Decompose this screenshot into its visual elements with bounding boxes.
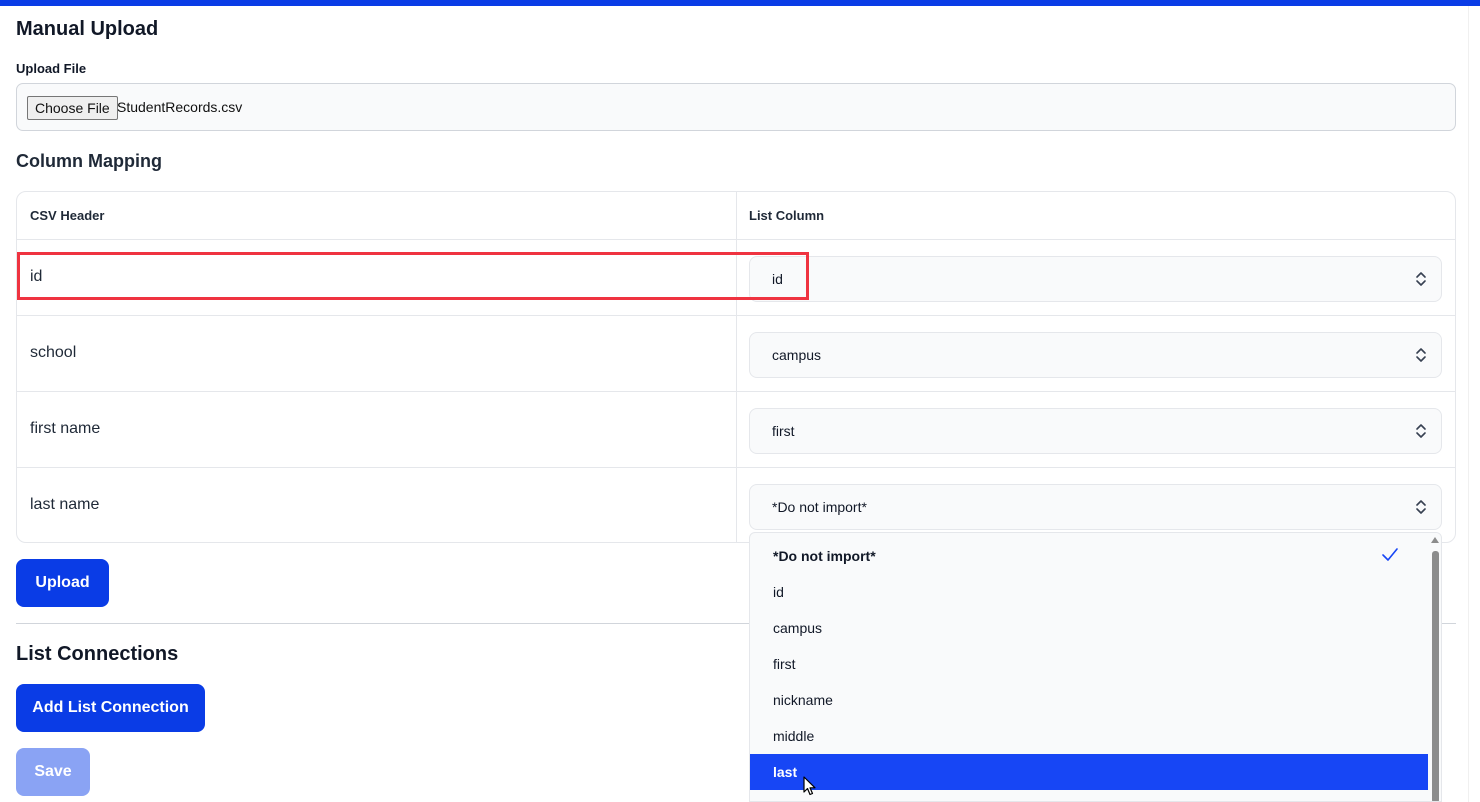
file-input[interactable]: Choose File StudentRecords.csv (16, 83, 1456, 131)
check-icon (1382, 548, 1398, 561)
option-label: *Do not import* (773, 548, 876, 564)
dropdown-scrollbar[interactable] (1429, 533, 1441, 801)
dropdown-scrollbar-thumb[interactable] (1432, 551, 1439, 801)
csv-header-column-heading: CSV Header (17, 192, 737, 239)
dropdown-option-nickname[interactable]: nickname (750, 682, 1428, 718)
manual-upload-title: Manual Upload (16, 18, 159, 40)
column-mapping-title: Column Mapping (16, 151, 162, 171)
chevron-up-down-icon (1416, 500, 1426, 514)
column-mapping-table: CSV Header List Column id id school camp… (16, 191, 1456, 543)
table-row: first name first (17, 391, 1455, 467)
table-row: school campus (17, 315, 1455, 391)
select-value: *Do not import* (772, 499, 867, 515)
dropdown-option-middle[interactable]: middle (750, 718, 1428, 754)
select-value: first (772, 423, 795, 439)
csv-header-cell: last name (17, 468, 737, 542)
selected-file-name: StudentRecords.csv (117, 99, 243, 115)
list-column-select[interactable]: id (749, 256, 1442, 302)
dropdown-option-id[interactable]: id (750, 574, 1428, 610)
list-connections-title: List Connections (16, 643, 179, 665)
list-column-select[interactable]: campus (749, 332, 1442, 378)
table-row: id id (17, 239, 1455, 315)
mouse-pointer-icon (803, 776, 816, 796)
list-column-select[interactable]: *Do not import* (749, 484, 1442, 530)
select-value: campus (772, 347, 822, 363)
list-column-dropdown-menu: *Do not import* id campus first nickname… (749, 532, 1442, 802)
choose-file-button[interactable]: Choose File (27, 96, 118, 120)
scroll-up-arrow-icon[interactable] (1431, 537, 1439, 543)
add-list-connection-button[interactable]: Add List Connection (16, 684, 205, 732)
save-button[interactable]: Save (16, 748, 90, 796)
dropdown-option-campus[interactable]: campus (750, 610, 1428, 646)
csv-header-cell: school (17, 316, 737, 391)
top-accent-bar (0, 0, 1480, 6)
dropdown-option-last[interactable]: last (750, 754, 1428, 790)
dropdown-option-first[interactable]: first (750, 646, 1428, 682)
dropdown-option-do-not-import[interactable]: *Do not import* (750, 538, 1428, 574)
list-column-heading: List Column (749, 208, 825, 223)
upload-button[interactable]: Upload (16, 559, 109, 607)
select-value: id (772, 271, 783, 287)
chevron-up-down-icon (1416, 348, 1426, 362)
csv-header-cell: id (17, 240, 737, 315)
upload-file-label: Upload File (16, 61, 87, 76)
chevron-up-down-icon (1416, 424, 1426, 438)
chevron-up-down-icon (1416, 272, 1426, 286)
page-scrollbar[interactable] (1468, 6, 1480, 802)
csv-header-cell: first name (17, 392, 737, 467)
list-column-select[interactable]: first (749, 408, 1442, 454)
